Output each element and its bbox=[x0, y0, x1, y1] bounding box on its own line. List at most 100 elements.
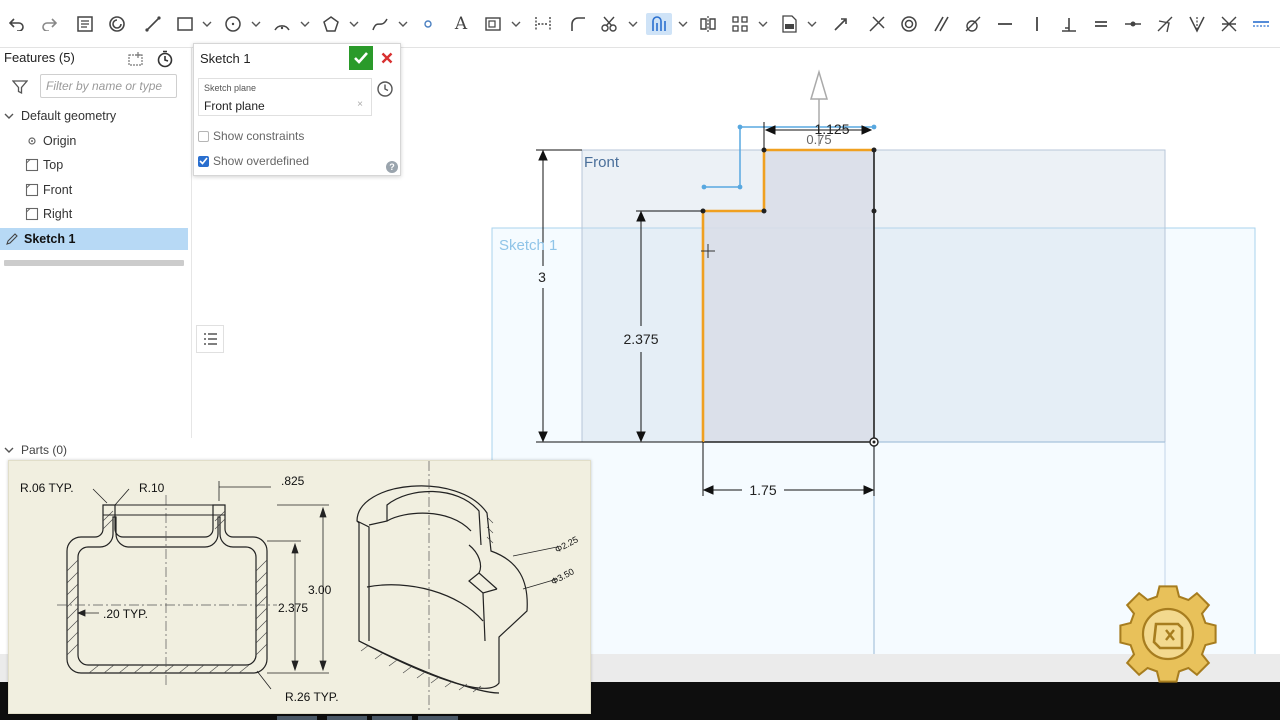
perpendicular-icon[interactable] bbox=[1058, 13, 1080, 35]
chevron-down-icon[interactable] bbox=[807, 20, 817, 28]
sketch-region[interactable] bbox=[703, 150, 874, 442]
plane-icon bbox=[25, 207, 39, 221]
sketch-vertex[interactable] bbox=[700, 208, 706, 214]
rectangle-icon[interactable] bbox=[174, 13, 196, 35]
checkbox[interactable] bbox=[198, 130, 209, 142]
sketch-vertex[interactable] bbox=[871, 208, 877, 214]
note-wall-thickness: .20 TYP. bbox=[103, 607, 148, 621]
parallel-icon[interactable] bbox=[930, 13, 952, 35]
transform-icon[interactable] bbox=[830, 13, 852, 35]
polygon-icon[interactable] bbox=[320, 13, 342, 35]
chevron-down-icon[interactable] bbox=[4, 112, 14, 120]
add-folder-icon[interactable] bbox=[127, 51, 145, 72]
spline-icon[interactable] bbox=[369, 13, 391, 35]
preview-vertex bbox=[701, 184, 707, 190]
use-icon[interactable] bbox=[106, 13, 128, 35]
clear-selection-icon[interactable]: × bbox=[357, 99, 363, 110]
dimension-width-value[interactable]: 1.75 bbox=[749, 482, 776, 498]
midpoint-constraint-icon[interactable] bbox=[1122, 13, 1144, 35]
isometric-hatching bbox=[360, 516, 494, 693]
arc-icon[interactable] bbox=[271, 13, 293, 35]
tree-item-origin[interactable]: Origin bbox=[0, 130, 188, 152]
point-icon[interactable] bbox=[420, 13, 436, 35]
chevron-down-icon[interactable] bbox=[4, 446, 14, 454]
dimension-top-width-value[interactable]: 1.125 bbox=[814, 121, 849, 137]
new-sketch-icon[interactable] bbox=[74, 13, 96, 35]
sketch-plane-label[interactable]: Sketch 1 bbox=[499, 237, 557, 254]
sketch-vertex[interactable] bbox=[761, 147, 767, 153]
undo-icon[interactable] bbox=[6, 13, 28, 35]
taskbar-item[interactable] bbox=[327, 716, 367, 720]
taskbar-item[interactable] bbox=[418, 716, 458, 720]
tree-item-top[interactable]: Top bbox=[0, 154, 188, 176]
tree-item-default-geometry[interactable]: Default geometry bbox=[0, 105, 188, 127]
offset-icon[interactable] bbox=[646, 13, 672, 35]
dimension-step-height-value[interactable]: 2.375 bbox=[623, 331, 658, 347]
trim-icon[interactable] bbox=[598, 13, 620, 35]
accept-button[interactable] bbox=[349, 46, 373, 70]
dimension-total-height-value[interactable]: 3 bbox=[538, 269, 546, 285]
fix-icon[interactable] bbox=[1250, 13, 1272, 35]
help-icon[interactable]: ? bbox=[386, 161, 398, 173]
rollback-timer-icon[interactable] bbox=[156, 50, 174, 73]
chevron-down-icon[interactable] bbox=[511, 20, 521, 28]
text-icon[interactable]: A bbox=[450, 13, 472, 35]
tree-item-right[interactable]: Right bbox=[0, 203, 188, 225]
chevron-down-icon[interactable] bbox=[300, 20, 310, 28]
history-icon[interactable] bbox=[376, 80, 394, 103]
concentric-icon[interactable] bbox=[898, 13, 920, 35]
sketch-plane-field[interactable]: Sketch plane Front plane × bbox=[198, 78, 372, 116]
midpoint-icon[interactable] bbox=[532, 13, 554, 35]
tree-item-sketch-1[interactable]: Sketch 1 bbox=[0, 228, 188, 250]
dimension-top-width[interactable] bbox=[763, 122, 873, 150]
chevron-down-icon[interactable] bbox=[251, 20, 261, 28]
close-icon bbox=[381, 52, 393, 64]
dimension-width[interactable] bbox=[702, 442, 875, 496]
filter-icon[interactable] bbox=[11, 79, 29, 100]
tree-item-front[interactable]: Front bbox=[0, 179, 188, 201]
redo-icon[interactable] bbox=[38, 13, 60, 35]
show-constraints-checkbox[interactable]: Show constraints bbox=[198, 128, 304, 144]
feature-list-scrollbar[interactable] bbox=[4, 260, 184, 266]
parts-list-header[interactable]: Parts (0) bbox=[0, 440, 192, 460]
list-toggle-icon[interactable] bbox=[196, 325, 224, 353]
symmetric-icon[interactable] bbox=[1218, 13, 1240, 35]
mirror-icon[interactable] bbox=[697, 13, 719, 35]
circle-icon[interactable] bbox=[222, 13, 244, 35]
show-overdefined-checkbox[interactable]: Show overdefined bbox=[198, 153, 309, 169]
pierce-icon[interactable] bbox=[1186, 13, 1208, 35]
equal-icon[interactable] bbox=[1090, 13, 1112, 35]
pattern-icon[interactable] bbox=[729, 13, 751, 35]
normal-icon[interactable] bbox=[1154, 13, 1176, 35]
dimension-total-height[interactable] bbox=[536, 149, 703, 443]
construction-icon[interactable] bbox=[482, 13, 504, 35]
sketch-edge[interactable] bbox=[703, 150, 875, 443]
front-plane-label[interactable]: Front bbox=[584, 154, 620, 171]
chevron-down-icon[interactable] bbox=[678, 20, 688, 28]
sketch-vertex[interactable] bbox=[761, 208, 767, 214]
chevron-down-icon[interactable] bbox=[349, 20, 359, 28]
taskbar-item[interactable] bbox=[277, 716, 317, 720]
dxf-import-icon[interactable] bbox=[778, 13, 800, 35]
horizontal-icon[interactable] bbox=[994, 13, 1016, 35]
coincident-icon[interactable] bbox=[866, 13, 888, 35]
origin-point[interactable] bbox=[869, 437, 879, 447]
checkbox[interactable] bbox=[198, 155, 209, 167]
chevron-down-icon[interactable] bbox=[398, 20, 408, 28]
vertical-icon[interactable] bbox=[1026, 13, 1048, 35]
chevron-down-icon[interactable] bbox=[628, 20, 638, 28]
tree-item-label: Front bbox=[43, 183, 73, 197]
filter-input[interactable] bbox=[40, 74, 177, 98]
cancel-button[interactable] bbox=[376, 46, 398, 70]
origin-point bbox=[872, 440, 876, 444]
dimension-step-width-value[interactable]: 0.75 bbox=[806, 132, 831, 147]
taskbar-item[interactable] bbox=[372, 716, 412, 720]
dimension-step-height[interactable] bbox=[636, 210, 703, 443]
fillet-icon[interactable] bbox=[567, 13, 589, 35]
offset-highlight-edge[interactable] bbox=[701, 148, 874, 442]
chevron-down-icon[interactable] bbox=[758, 20, 768, 28]
chevron-down-icon[interactable] bbox=[202, 20, 212, 28]
line-icon[interactable] bbox=[142, 13, 164, 35]
sketch-vertex[interactable] bbox=[871, 147, 877, 153]
tangent-icon[interactable] bbox=[962, 13, 984, 35]
